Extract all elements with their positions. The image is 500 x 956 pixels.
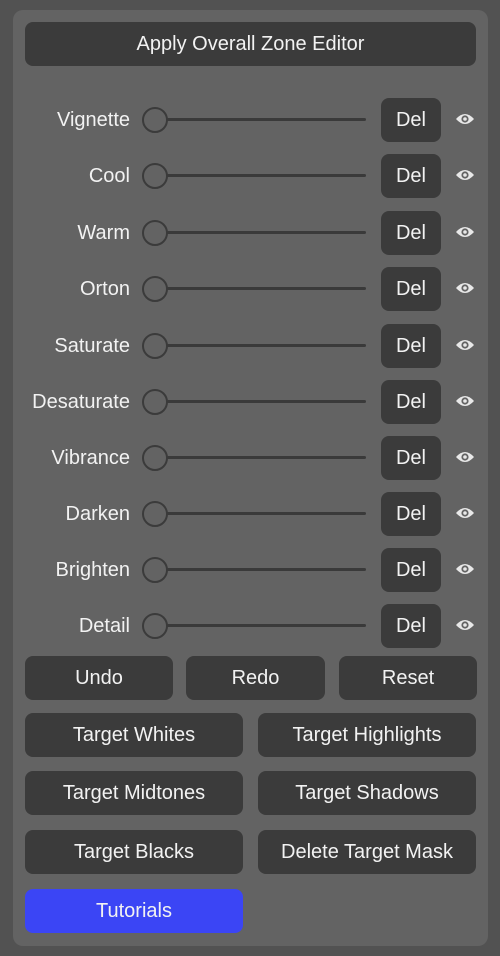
adjustment-row-saturate: Saturate Del [0,324,500,368]
orton-del-button[interactable]: Del [381,267,441,311]
eye-icon[interactable] [455,394,475,408]
eye-icon[interactable] [455,338,475,352]
adjustment-label: Saturate [54,335,130,357]
target-whites-button[interactable]: Target Whites [25,713,243,757]
warm-del-button[interactable]: Del [381,211,441,255]
warm-slider-track[interactable] [160,231,366,234]
vignette-slider-track[interactable] [160,118,366,121]
brighten-slider-thumb[interactable] [142,557,168,583]
darken-del-button[interactable]: Del [381,492,441,536]
eye-icon[interactable] [455,618,475,632]
eye-icon[interactable] [455,112,475,126]
darken-slider-track[interactable] [160,512,366,515]
saturate-slider-thumb[interactable] [142,333,168,359]
cool-del-button[interactable]: Del [381,154,441,198]
adjustment-row-cool: Cool Del [0,154,500,198]
adjustment-label: Orton [79,278,130,300]
cool-slider-thumb[interactable] [142,163,168,189]
eye-icon[interactable] [455,450,475,464]
eye-icon[interactable] [455,168,475,182]
brighten-del-button[interactable]: Del [381,548,441,592]
delete-target-mask-button[interactable]: Delete Target Mask [258,830,476,874]
adjustment-row-detail: Detail Del [0,604,500,648]
apply-overall-zone-editor-button[interactable]: Apply Overall Zone Editor [25,22,476,66]
target-shadows-button[interactable]: Target Shadows [258,771,476,815]
eye-icon[interactable] [455,281,475,295]
eye-icon[interactable] [455,225,475,239]
adjustment-label: Vibrance [51,447,130,469]
target-blacks-button[interactable]: Target Blacks [25,830,243,874]
detail-slider-track[interactable] [160,624,366,627]
brighten-slider-track[interactable] [160,568,366,571]
adjustment-label: Cool [88,165,130,187]
tutorials-button[interactable]: Tutorials [25,889,243,933]
vibrance-slider-thumb[interactable] [142,445,168,471]
adjustment-row-brighten: Brighten Del [0,548,500,592]
adjustment-label: Warm [77,222,130,244]
orton-slider-thumb[interactable] [142,276,168,302]
vignette-del-button[interactable]: Del [381,98,441,142]
warm-slider-thumb[interactable] [142,220,168,246]
detail-del-button[interactable]: Del [381,604,441,648]
desaturate-slider-thumb[interactable] [142,389,168,415]
detail-slider-thumb[interactable] [142,613,168,639]
target-highlights-button[interactable]: Target Highlights [258,713,476,757]
undo-button[interactable]: Undo [25,656,173,700]
darken-slider-thumb[interactable] [142,501,168,527]
adjustment-label: Brighten [55,559,131,581]
target-midtones-button[interactable]: Target Midtones [25,771,243,815]
adjustment-row-darken: Darken Del [0,492,500,536]
saturate-del-button[interactable]: Del [381,324,441,368]
redo-button[interactable]: Redo [186,656,325,700]
reset-button[interactable]: Reset [339,656,477,700]
eye-icon[interactable] [455,562,475,576]
desaturate-slider-track[interactable] [160,400,366,403]
adjustment-row-orton: Orton Del [0,267,500,311]
adjustment-row-warm: Warm Del [0,211,500,255]
adjustment-label: Darken [65,503,130,525]
saturate-slider-track[interactable] [160,344,366,347]
vibrance-slider-track[interactable] [160,456,366,459]
desaturate-del-button[interactable]: Del [381,380,441,424]
cool-slider-track[interactable] [160,174,366,177]
eye-icon[interactable] [455,506,475,520]
adjustment-label: Vignette [56,109,130,131]
orton-slider-track[interactable] [160,287,366,290]
adjustment-label: Detail [78,615,130,637]
vignette-slider-thumb[interactable] [142,107,168,133]
adjustment-row-desaturate: Desaturate Del [0,380,500,424]
adjustment-label: Desaturate [32,391,130,413]
vibrance-del-button[interactable]: Del [381,436,441,480]
adjustment-row-vibrance: Vibrance Del [0,436,500,480]
adjustment-row-vignette: Vignette Del [0,98,500,142]
